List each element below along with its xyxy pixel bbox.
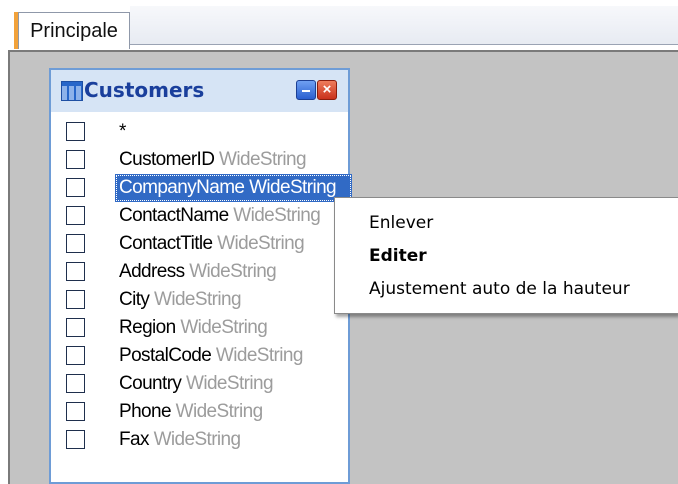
field-type: WideString [249, 177, 337, 198]
field-row[interactable]: CompanyName WideString [51, 174, 352, 202]
field-row[interactable]: CustomerID WideString [51, 146, 348, 174]
field-type: WideString [233, 205, 321, 226]
field-checkbox[interactable] [66, 262, 85, 281]
field-label[interactable]: PostalCode WideString [119, 342, 303, 370]
field-row[interactable]: City WideString [51, 286, 348, 314]
field-checkbox[interactable] [66, 206, 85, 225]
field-type: WideString [175, 401, 264, 422]
field-label[interactable]: ContactName WideString [119, 202, 321, 230]
field-label[interactable]: City WideString [119, 286, 242, 314]
field-name: ContactName [119, 205, 229, 226]
field-name: Region [119, 317, 176, 338]
field-name: CustomerID [119, 149, 215, 170]
field-name: CompanyName [119, 177, 245, 198]
menu-item[interactable]: Editer [369, 241, 427, 271]
field-checkbox[interactable] [66, 402, 85, 421]
field-checkbox[interactable] [66, 318, 85, 337]
menu-item[interactable]: Enlever [369, 208, 433, 238]
field-row[interactable]: * [51, 118, 348, 146]
field-checkbox[interactable] [66, 430, 85, 449]
field-checkbox[interactable] [66, 346, 85, 365]
field-row[interactable]: Country WideString [51, 370, 348, 398]
field-checkbox[interactable] [66, 122, 85, 141]
field-label[interactable]: Fax WideString [119, 426, 241, 454]
field-row[interactable]: Fax WideString [51, 426, 348, 454]
field-checkbox[interactable] [66, 178, 85, 197]
field-type: WideString [189, 261, 277, 282]
field-checkbox[interactable] [66, 234, 85, 253]
field-type: WideString [154, 289, 242, 310]
context-menu: Enlever Editer Ajustement auto de la haute… [334, 197, 678, 314]
field-name: * [119, 121, 126, 142]
field-checkbox[interactable] [66, 374, 85, 393]
field-type: WideString [153, 429, 242, 450]
field-label[interactable]: Address WideString [119, 258, 277, 286]
field-row[interactable]: ContactName WideString [51, 202, 348, 230]
field-label[interactable]: * [119, 118, 126, 146]
field-type: WideString [217, 233, 305, 254]
field-label[interactable]: ContactTitle WideString [119, 230, 305, 258]
field-row[interactable]: ContactTitle WideString [51, 230, 348, 258]
field-row[interactable]: PostalCode WideString [51, 342, 348, 370]
field-label[interactable]: Region WideString [119, 314, 268, 342]
field-checkbox[interactable] [66, 150, 85, 169]
field-name: City [119, 289, 150, 310]
field-label[interactable]: Phone WideString [119, 398, 263, 426]
menu-item[interactable]: Ajustement auto de la hauteur [369, 274, 630, 304]
field-name: ContactTitle [119, 233, 213, 254]
table-header[interactable]: Customers × [51, 70, 348, 112]
field-checkbox[interactable] [66, 290, 85, 309]
table-grid-icon [61, 81, 83, 101]
tab-strip-background [130, 6, 678, 45]
field-label[interactable]: Country WideString [119, 370, 274, 398]
field-name: Address [119, 261, 185, 282]
field-row[interactable]: Address WideString [51, 258, 348, 286]
field-type: WideString [219, 149, 307, 170]
minimize-icon[interactable] [296, 80, 316, 100]
field-type: WideString [180, 317, 268, 338]
field-type: WideString [215, 345, 304, 366]
tab-principale[interactable]: Principale [18, 12, 130, 49]
tab-strip: Principale [0, 0, 678, 52]
table-title: Customers [84, 78, 205, 102]
field-row[interactable]: Phone WideString [51, 398, 348, 426]
field-row[interactable]: Region WideString [51, 314, 348, 342]
field-name: Phone [119, 401, 172, 422]
field-name: Country [119, 373, 182, 394]
table-window-customers[interactable]: Customers × * CustomerID WideString Compan… [49, 68, 352, 484]
field-label[interactable]: CompanyName WideString [115, 174, 352, 202]
field-name: PostalCode [119, 345, 212, 366]
field-label[interactable]: CustomerID WideString [119, 146, 307, 174]
field-type: WideString [186, 373, 274, 394]
field-name: Fax [119, 429, 149, 450]
close-icon[interactable]: × [317, 80, 337, 100]
